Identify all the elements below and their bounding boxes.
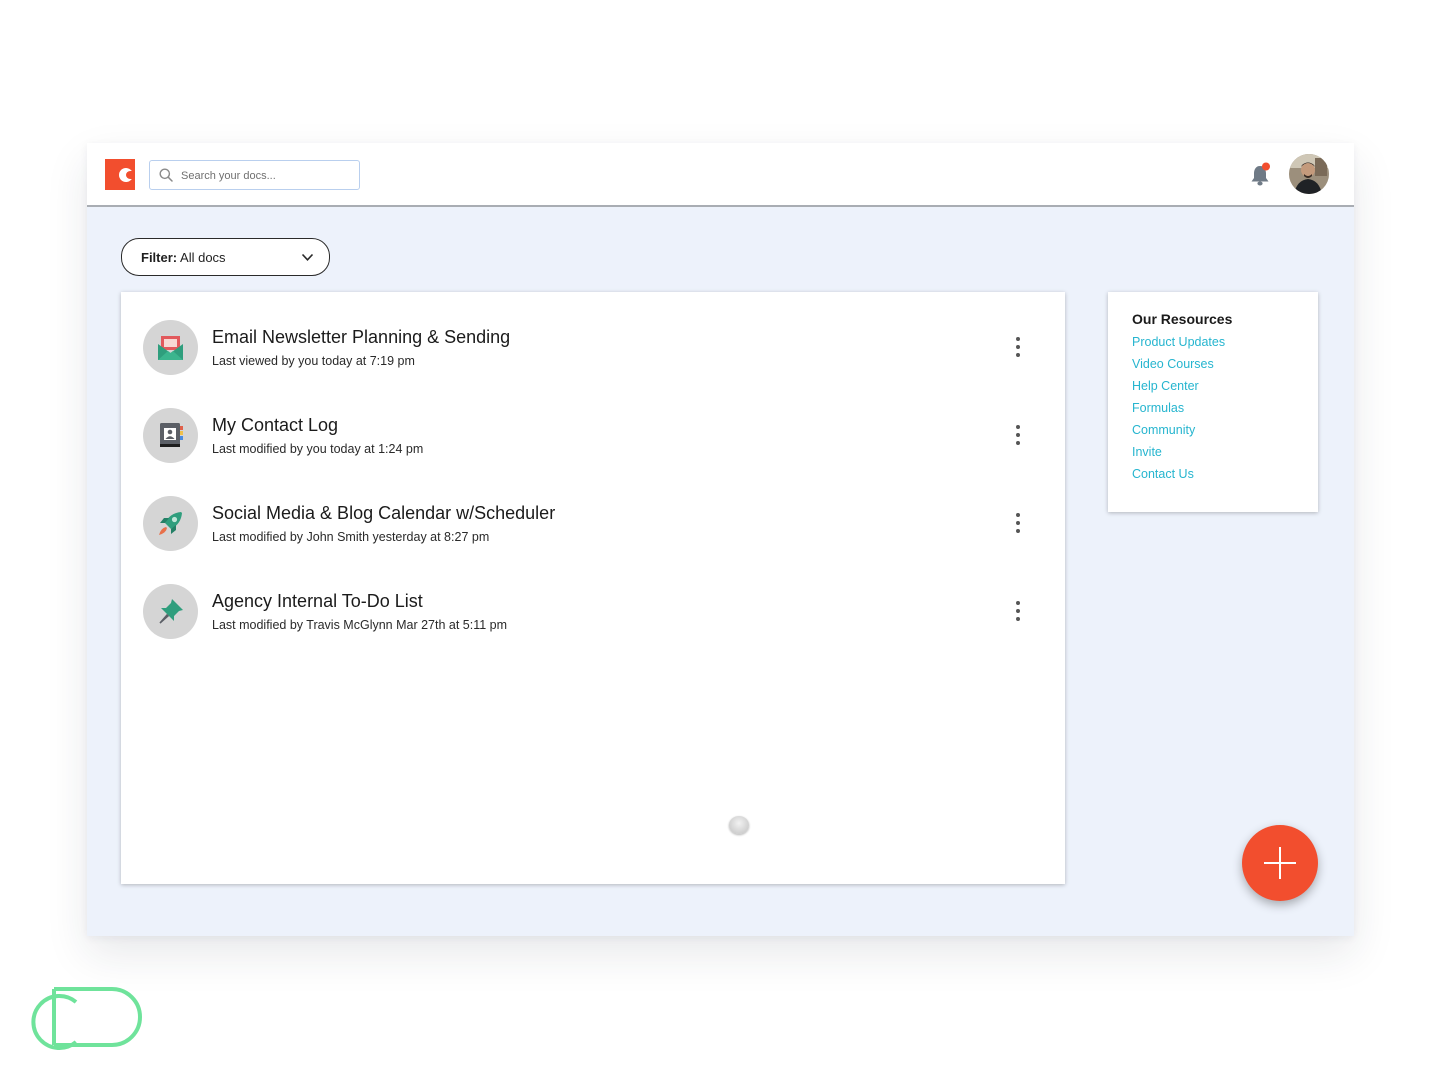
envelope-icon [143, 320, 198, 375]
resource-link-community[interactable]: Community [1132, 423, 1225, 445]
app-window: Filter: All docs Email Newsletter Planni… [87, 143, 1354, 936]
search-input[interactable] [179, 164, 353, 188]
chevron-down-icon [301, 253, 314, 261]
filter-dropdown[interactable]: Filter: All docs [121, 238, 330, 276]
doc-row[interactable]: Agency Internal To-Do List Last modified… [121, 584, 1065, 654]
doc-title[interactable]: My Contact Log [212, 415, 338, 436]
doc-meta: Last modified by Travis McGlynn Mar 27th… [212, 618, 508, 632]
doc-meta: Last viewed by you today at 7:19 pm [212, 354, 415, 368]
more-options-icon[interactable] [1011, 511, 1025, 537]
resources-panel: Our Resources Product Updates Video Cour… [1108, 292, 1318, 512]
app-logo[interactable] [105, 159, 135, 190]
doc-title[interactable]: Agency Internal To-Do List [212, 591, 423, 612]
more-options-icon[interactable] [1011, 335, 1025, 361]
resource-link-help-center[interactable]: Help Center [1132, 379, 1225, 401]
more-options-icon[interactable] [1011, 599, 1025, 625]
create-doc-button[interactable] [1242, 825, 1318, 901]
top-bar [87, 143, 1354, 207]
resource-link-contact-us[interactable]: Contact Us [1132, 467, 1225, 489]
loading-indicator [729, 816, 749, 834]
search-icon [159, 168, 173, 182]
doc-meta: Last modified by you today at 1:24 pm [212, 442, 424, 456]
user-avatar[interactable] [1289, 154, 1329, 194]
resource-link-product-updates[interactable]: Product Updates [1132, 335, 1225, 357]
filter-text: Filter: All docs [141, 250, 226, 265]
more-options-icon[interactable] [1011, 423, 1025, 449]
doc-row[interactable]: My Contact Log Last modified by you toda… [121, 408, 1065, 478]
brand-watermark-logo [31, 987, 142, 1050]
resource-link-video-courses[interactable]: Video Courses [1132, 357, 1225, 379]
doc-row[interactable]: Email Newsletter Planning & Sending Last… [121, 320, 1065, 390]
resources-links: Product Updates Video Courses Help Cente… [1132, 335, 1225, 489]
resource-link-invite[interactable]: Invite [1132, 445, 1225, 467]
doc-meta: Last modified by John Smith yesterday at… [212, 530, 490, 544]
pushpin-icon [143, 584, 198, 639]
search-box[interactable] [149, 160, 360, 190]
notification-dot [1262, 162, 1270, 171]
contact-book-icon [143, 408, 198, 463]
filter-value: All docs [180, 250, 226, 265]
rocket-icon [143, 496, 198, 551]
doc-title[interactable]: Email Newsletter Planning & Sending [212, 327, 510, 348]
doc-title[interactable]: Social Media & Blog Calendar w/Scheduler [212, 503, 555, 524]
doc-row[interactable]: Social Media & Blog Calendar w/Scheduler… [121, 496, 1065, 566]
resources-title: Our Resources [1132, 311, 1233, 327]
filter-label: Filter: [141, 250, 178, 265]
docs-list-panel: Email Newsletter Planning & Sending Last… [121, 292, 1065, 884]
resource-link-formulas[interactable]: Formulas [1132, 401, 1225, 423]
notification-bell-icon[interactable] [1249, 162, 1273, 188]
plus-icon [1264, 847, 1296, 879]
